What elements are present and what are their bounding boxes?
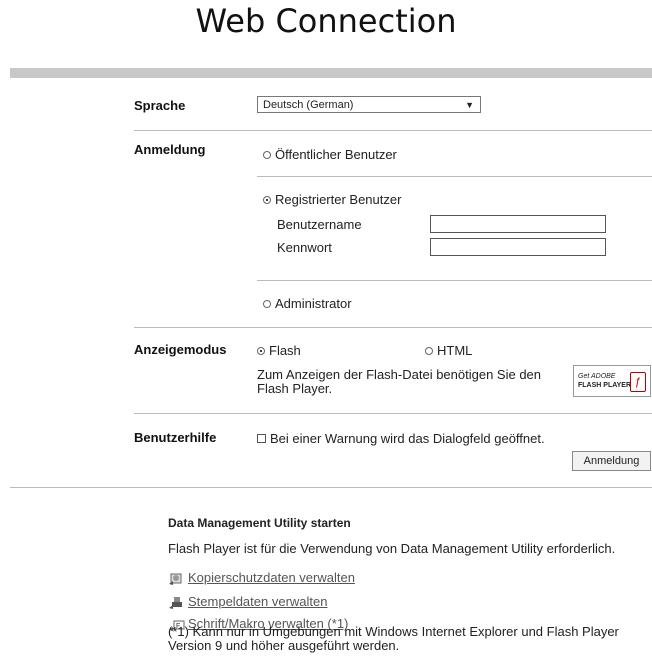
display-mode-label: Anzeigemodus: [134, 342, 227, 357]
header-bar: [10, 68, 652, 78]
radio-flash-button[interactable]: [257, 346, 265, 355]
password-field[interactable]: [430, 238, 606, 256]
divider: [134, 130, 652, 131]
radio-flash[interactable]: Flash: [257, 343, 301, 358]
divider: [134, 327, 652, 328]
link-stamp-data-label: Stempeldaten verwalten: [188, 594, 328, 609]
radio-administrator-button[interactable]: [263, 299, 271, 308]
username-field[interactable]: [430, 215, 606, 233]
radio-registered-user-button[interactable]: [263, 195, 271, 204]
copy-protection-icon: [169, 573, 182, 585]
login-label: Anmeldung: [134, 142, 206, 157]
radio-administrator-label: Administrator: [275, 296, 352, 311]
radio-registered-user-label: Registrierter Benutzer: [275, 192, 402, 207]
warning-dialog-checkbox[interactable]: Bei einer Warnung wird das Dialogfeld ge…: [257, 431, 545, 446]
flash-note: Zum Anzeigen der Flash-Datei benötigen S…: [257, 367, 542, 396]
warning-dialog-checkbox-label: Bei einer Warnung wird das Dialogfeld ge…: [270, 431, 545, 446]
username-label: Benutzername: [277, 217, 362, 232]
radio-registered-user[interactable]: Registrierter Benutzer: [263, 192, 401, 207]
radio-administrator[interactable]: Administrator: [263, 296, 352, 311]
radio-flash-label: Flash: [269, 343, 301, 358]
warning-dialog-checkbox-box[interactable]: [257, 434, 266, 444]
radio-public-user[interactable]: Öffentlicher Benutzer: [263, 147, 397, 162]
language-label: Sprache: [134, 98, 186, 113]
password-label: Kennwort: [277, 240, 332, 255]
divider: [257, 280, 652, 281]
stamp-icon: [169, 596, 182, 609]
link-copy-protection-label: Kopierschutzdaten verwalten: [188, 570, 355, 585]
dmu-heading: Data Management Utility starten: [168, 516, 351, 530]
language-select-value: Deutsch (German): [263, 99, 354, 111]
radio-public-user-button[interactable]: [263, 150, 271, 159]
section-divider: [10, 487, 652, 488]
get-flash-player-badge[interactable]: Get ADOBE FLASH PLAYER ƒ: [573, 365, 651, 397]
divider: [134, 413, 652, 414]
language-select[interactable]: Deutsch (German) ▼: [257, 96, 481, 113]
radio-html[interactable]: HTML: [425, 343, 472, 358]
dmu-description: Flash Player ist für die Verwendung von …: [168, 541, 616, 556]
page-title: Web Connection: [195, 2, 457, 40]
link-stamp-data[interactable]: Stempeldaten verwalten: [168, 594, 327, 610]
user-help-label: Benutzerhilfe: [134, 430, 217, 445]
dmu-footnote: (*1) Kann nur in Umgebungen mit Windows …: [168, 624, 619, 653]
radio-public-user-label: Öffentlicher Benutzer: [275, 147, 397, 162]
flash-logo-icon: ƒ: [630, 372, 646, 392]
divider: [257, 176, 652, 177]
radio-html-label: HTML: [437, 343, 473, 358]
radio-html-button[interactable]: [425, 346, 433, 355]
link-copy-protection[interactable]: Kopierschutzdaten verwalten: [168, 570, 355, 586]
chevron-down-icon: ▼: [465, 100, 474, 110]
login-button[interactable]: Anmeldung: [572, 451, 651, 471]
